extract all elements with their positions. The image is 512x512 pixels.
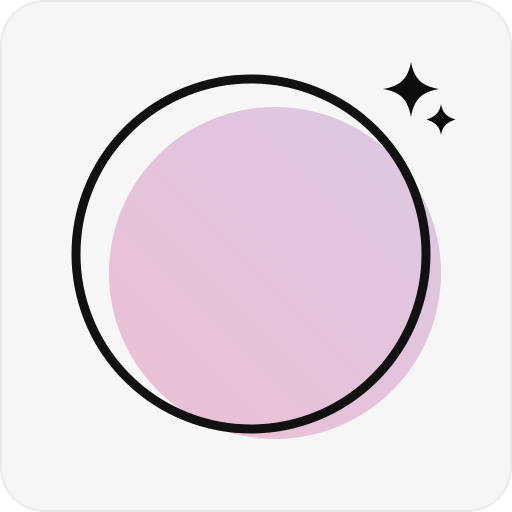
app-icon-graphic	[0, 0, 512, 512]
app-icon[interactable]	[0, 0, 512, 512]
